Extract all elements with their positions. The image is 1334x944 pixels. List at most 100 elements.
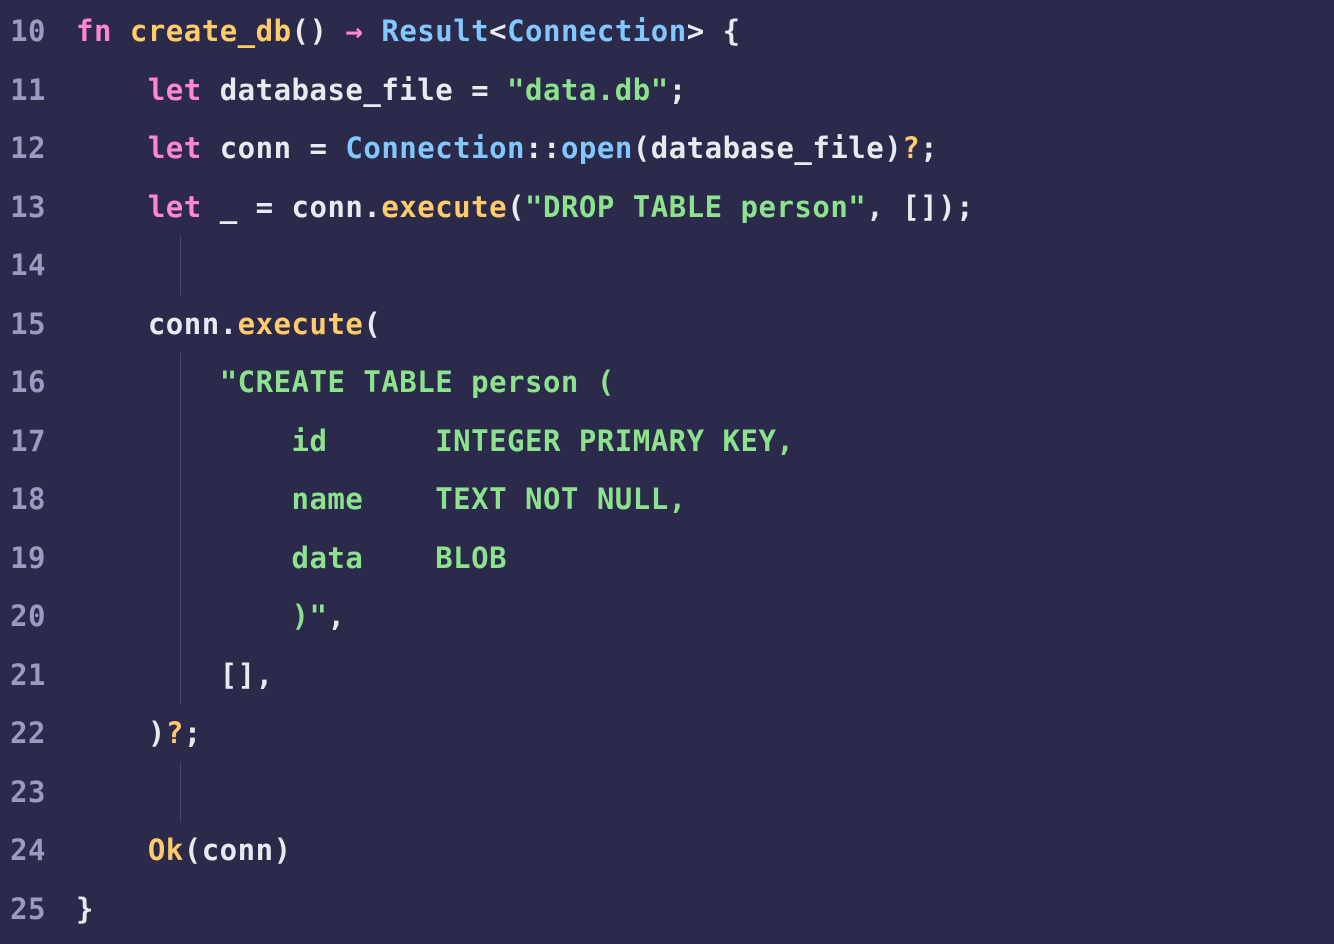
token-plain: > { bbox=[687, 14, 741, 48]
token-plain bbox=[76, 365, 220, 399]
line-number: 19 bbox=[0, 529, 76, 588]
code-line[interactable]: 21 [], bbox=[0, 646, 1334, 705]
token-plain bbox=[363, 14, 381, 48]
token-str: "CREATE TABLE person ( bbox=[220, 365, 615, 399]
code-line[interactable]: 16 "CREATE TABLE person ( bbox=[0, 353, 1334, 412]
code-content[interactable]: id INTEGER PRIMARY KEY, bbox=[76, 412, 1334, 471]
line-number: 20 bbox=[0, 587, 76, 646]
code-line[interactable]: 12 let conn = Connection::open(database_… bbox=[0, 119, 1334, 178]
code-line[interactable]: 25} bbox=[0, 880, 1334, 939]
token-str: "data.db" bbox=[507, 73, 669, 107]
code-content[interactable] bbox=[76, 236, 1334, 295]
code-content[interactable]: )?; bbox=[76, 704, 1334, 763]
token-type: Connection bbox=[507, 14, 687, 48]
token-type: open bbox=[561, 131, 633, 165]
token-fn: ? bbox=[902, 131, 920, 165]
token-str: id INTEGER PRIMARY KEY, bbox=[76, 424, 794, 458]
code-content[interactable]: conn.execute( bbox=[76, 295, 1334, 354]
token-plain: conn = bbox=[202, 131, 346, 165]
token-plain: (conn) bbox=[184, 833, 292, 867]
line-number: 16 bbox=[0, 353, 76, 412]
token-plain: _ = conn. bbox=[202, 190, 382, 224]
token-kw: let bbox=[148, 190, 202, 224]
code-content[interactable]: } bbox=[76, 880, 1334, 939]
token-fn: create_db bbox=[130, 14, 292, 48]
token-str: "DROP TABLE person" bbox=[525, 190, 866, 224]
line-number: 23 bbox=[0, 763, 76, 822]
token-fn: execute bbox=[238, 307, 364, 341]
code-line[interactable]: 18 name TEXT NOT NULL, bbox=[0, 470, 1334, 529]
token-kw: fn bbox=[76, 14, 112, 48]
indent-guide bbox=[180, 236, 181, 295]
token-str: )" bbox=[76, 599, 327, 633]
code-line[interactable]: 17 id INTEGER PRIMARY KEY, bbox=[0, 412, 1334, 471]
code-content[interactable]: let _ = conn.execute("DROP TABLE person"… bbox=[76, 178, 1334, 237]
indent-guide bbox=[180, 353, 181, 412]
token-plain: [], bbox=[76, 658, 274, 692]
line-number: 10 bbox=[0, 2, 76, 61]
code-line[interactable]: 19 data BLOB bbox=[0, 529, 1334, 588]
token-type: Connection bbox=[345, 131, 525, 165]
code-line[interactable]: 11 let database_file = "data.db"; bbox=[0, 61, 1334, 120]
line-number: 15 bbox=[0, 295, 76, 354]
token-plain bbox=[76, 131, 148, 165]
token-plain: ( bbox=[507, 190, 525, 224]
token-plain: ; bbox=[184, 716, 202, 750]
token-plain bbox=[76, 833, 148, 867]
code-line[interactable]: 15 conn.execute( bbox=[0, 295, 1334, 354]
code-content[interactable]: let database_file = "data.db"; bbox=[76, 61, 1334, 120]
token-fn: Ok bbox=[148, 833, 184, 867]
indent-guide bbox=[180, 646, 181, 705]
token-plain: , []); bbox=[866, 190, 974, 224]
token-kw: let bbox=[148, 73, 202, 107]
code-content[interactable]: Ok(conn) bbox=[76, 821, 1334, 880]
code-content[interactable]: fn create_db() → Result<Connection> { bbox=[76, 2, 1334, 61]
line-number: 12 bbox=[0, 119, 76, 178]
code-line[interactable]: 22 )?; bbox=[0, 704, 1334, 763]
token-fn: execute bbox=[381, 190, 507, 224]
code-line[interactable]: 14 bbox=[0, 236, 1334, 295]
token-plain: () bbox=[292, 14, 346, 48]
token-kw: → bbox=[345, 14, 363, 48]
token-kw: let bbox=[148, 131, 202, 165]
line-number: 13 bbox=[0, 178, 76, 237]
token-plain bbox=[76, 73, 148, 107]
line-number: 17 bbox=[0, 412, 76, 471]
token-plain: :: bbox=[525, 131, 561, 165]
line-number: 25 bbox=[0, 880, 76, 939]
code-content[interactable]: let conn = Connection::open(database_fil… bbox=[76, 119, 1334, 178]
code-line[interactable]: 23 bbox=[0, 763, 1334, 822]
code-line[interactable]: 24 Ok(conn) bbox=[0, 821, 1334, 880]
code-line[interactable]: 20 )", bbox=[0, 587, 1334, 646]
code-line[interactable]: 13 let _ = conn.execute("DROP TABLE pers… bbox=[0, 178, 1334, 237]
token-plain: database_file = bbox=[202, 73, 507, 107]
indent-guide bbox=[180, 412, 181, 471]
token-plain: ; bbox=[669, 73, 687, 107]
indent-guide bbox=[180, 470, 181, 529]
token-str: data BLOB bbox=[76, 541, 507, 575]
token-plain: ( bbox=[363, 307, 381, 341]
token-plain: conn. bbox=[76, 307, 238, 341]
token-plain: , bbox=[327, 599, 345, 633]
code-content[interactable]: "CREATE TABLE person ( bbox=[76, 353, 1334, 412]
token-plain: ) bbox=[76, 716, 166, 750]
line-number: 24 bbox=[0, 821, 76, 880]
line-number: 22 bbox=[0, 704, 76, 763]
token-plain bbox=[76, 190, 148, 224]
indent-guide bbox=[180, 763, 181, 822]
code-content[interactable] bbox=[76, 763, 1334, 822]
token-plain: < bbox=[489, 14, 507, 48]
code-content[interactable]: )", bbox=[76, 587, 1334, 646]
code-line[interactable]: 10fn create_db() → Result<Connection> { bbox=[0, 2, 1334, 61]
line-number: 21 bbox=[0, 646, 76, 705]
token-str: name TEXT NOT NULL, bbox=[76, 482, 687, 516]
code-content[interactable]: name TEXT NOT NULL, bbox=[76, 470, 1334, 529]
line-number: 18 bbox=[0, 470, 76, 529]
code-editor[interactable]: 10fn create_db() → Result<Connection> {1… bbox=[0, 0, 1334, 938]
indent-guide bbox=[180, 529, 181, 588]
token-type: Result bbox=[381, 14, 489, 48]
code-content[interactable]: [], bbox=[76, 646, 1334, 705]
token-fn: ? bbox=[166, 716, 184, 750]
code-content[interactable]: data BLOB bbox=[76, 529, 1334, 588]
line-number: 11 bbox=[0, 61, 76, 120]
